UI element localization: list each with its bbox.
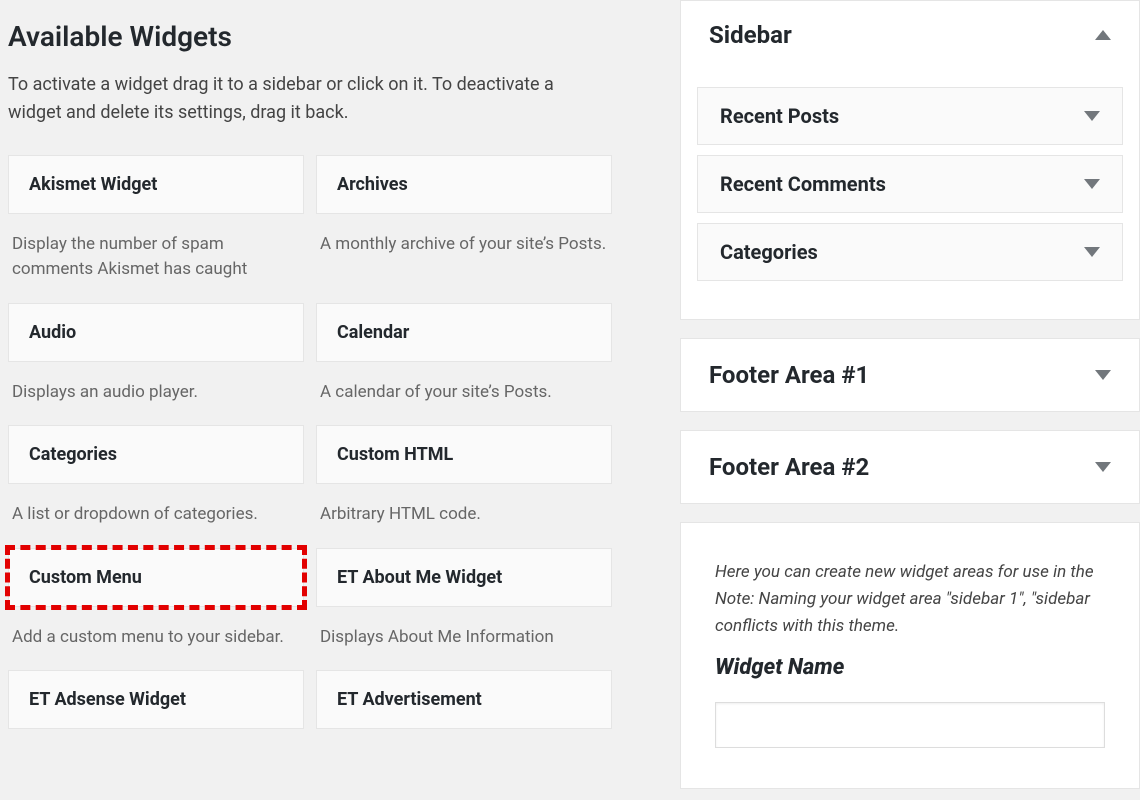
- area-title: Sidebar: [709, 21, 792, 49]
- area-title: Footer Area #1: [709, 361, 869, 389]
- footer1-area-header[interactable]: Footer Area #1: [680, 338, 1140, 412]
- widget-item: Custom Menu Add a custom menu to your si…: [8, 548, 304, 659]
- sub-widget-title: Recent Posts: [720, 104, 839, 128]
- widget-name-label: Widget Name: [715, 655, 1105, 680]
- area-title: Footer Area #2: [709, 453, 869, 481]
- page-description: To activate a widget drag it to a sideba…: [8, 71, 608, 127]
- sidebar-widget-recent-comments[interactable]: Recent Comments: [697, 155, 1123, 213]
- widget-desc: Arbitrary HTML code.: [316, 484, 612, 536]
- widget-desc: Display the number of spam comments Akis…: [8, 214, 304, 291]
- widget-item: Akismet Widget Display the number of spa…: [8, 155, 304, 291]
- chevron-down-icon: [1084, 179, 1100, 189]
- widget-custom-html[interactable]: Custom HTML: [316, 425, 612, 484]
- sub-widget-title: Categories: [720, 240, 818, 264]
- widget-desc: A monthly archive of your site’s Posts.: [316, 214, 612, 266]
- widget-item: Audio Displays an audio player.: [8, 303, 304, 414]
- chevron-down-icon: [1084, 111, 1100, 121]
- sidebar-widget-categories[interactable]: Categories: [697, 223, 1123, 281]
- widget-item: ET Adsense Widget: [8, 670, 304, 729]
- chevron-up-icon: [1095, 30, 1111, 40]
- chevron-down-icon: [1084, 247, 1100, 257]
- chevron-down-icon: [1095, 370, 1111, 380]
- widget-archives[interactable]: Archives: [316, 155, 612, 214]
- widget-et-about-me[interactable]: ET About Me Widget: [316, 548, 612, 607]
- widget-item: ET Advertisement: [316, 670, 612, 729]
- widget-akismet[interactable]: Akismet Widget: [8, 155, 304, 214]
- widget-item: Archives A monthly archive of your site’…: [316, 155, 612, 291]
- sub-widget-title: Recent Comments: [720, 172, 886, 196]
- chevron-down-icon: [1095, 462, 1111, 472]
- create-area-description: Here you can create new widget areas for…: [715, 559, 1105, 641]
- widget-audio[interactable]: Audio: [8, 303, 304, 362]
- sidebar-widget-recent-posts[interactable]: Recent Posts: [697, 87, 1123, 145]
- create-widget-area-panel: Here you can create new widget areas for…: [680, 522, 1140, 789]
- widget-item: Custom HTML Arbitrary HTML code.: [316, 425, 612, 536]
- widget-item: Calendar A calendar of your site’s Posts…: [316, 303, 612, 414]
- widget-item: ET About Me Widget Displays About Me Inf…: [316, 548, 612, 659]
- widget-custom-menu[interactable]: Custom Menu: [8, 548, 304, 607]
- widget-desc: Displays About Me Information: [316, 607, 612, 659]
- page-title: Available Widgets: [8, 20, 612, 53]
- available-widgets-grid: Akismet Widget Display the number of spa…: [8, 155, 612, 730]
- sidebar-area-panel: Sidebar Recent Posts Recent Comments Cat…: [680, 0, 1140, 320]
- widget-desc: A calendar of your site’s Posts.: [316, 362, 612, 414]
- widget-desc: A list or dropdown of categories.: [8, 484, 304, 536]
- widget-desc: Displays an audio player.: [8, 362, 304, 414]
- widget-categories[interactable]: Categories: [8, 425, 304, 484]
- widget-desc: Add a custom menu to your sidebar.: [8, 607, 304, 659]
- widget-name-input[interactable]: [715, 702, 1105, 748]
- sidebar-area-body: Recent Posts Recent Comments Categories: [681, 69, 1139, 311]
- widget-calendar[interactable]: Calendar: [316, 303, 612, 362]
- widget-et-advertisement[interactable]: ET Advertisement: [316, 670, 612, 729]
- widget-et-adsense[interactable]: ET Adsense Widget: [8, 670, 304, 729]
- sidebar-area-header[interactable]: Sidebar: [681, 1, 1139, 69]
- widget-item: Categories A list or dropdown of categor…: [8, 425, 304, 536]
- footer2-area-header[interactable]: Footer Area #2: [680, 430, 1140, 504]
